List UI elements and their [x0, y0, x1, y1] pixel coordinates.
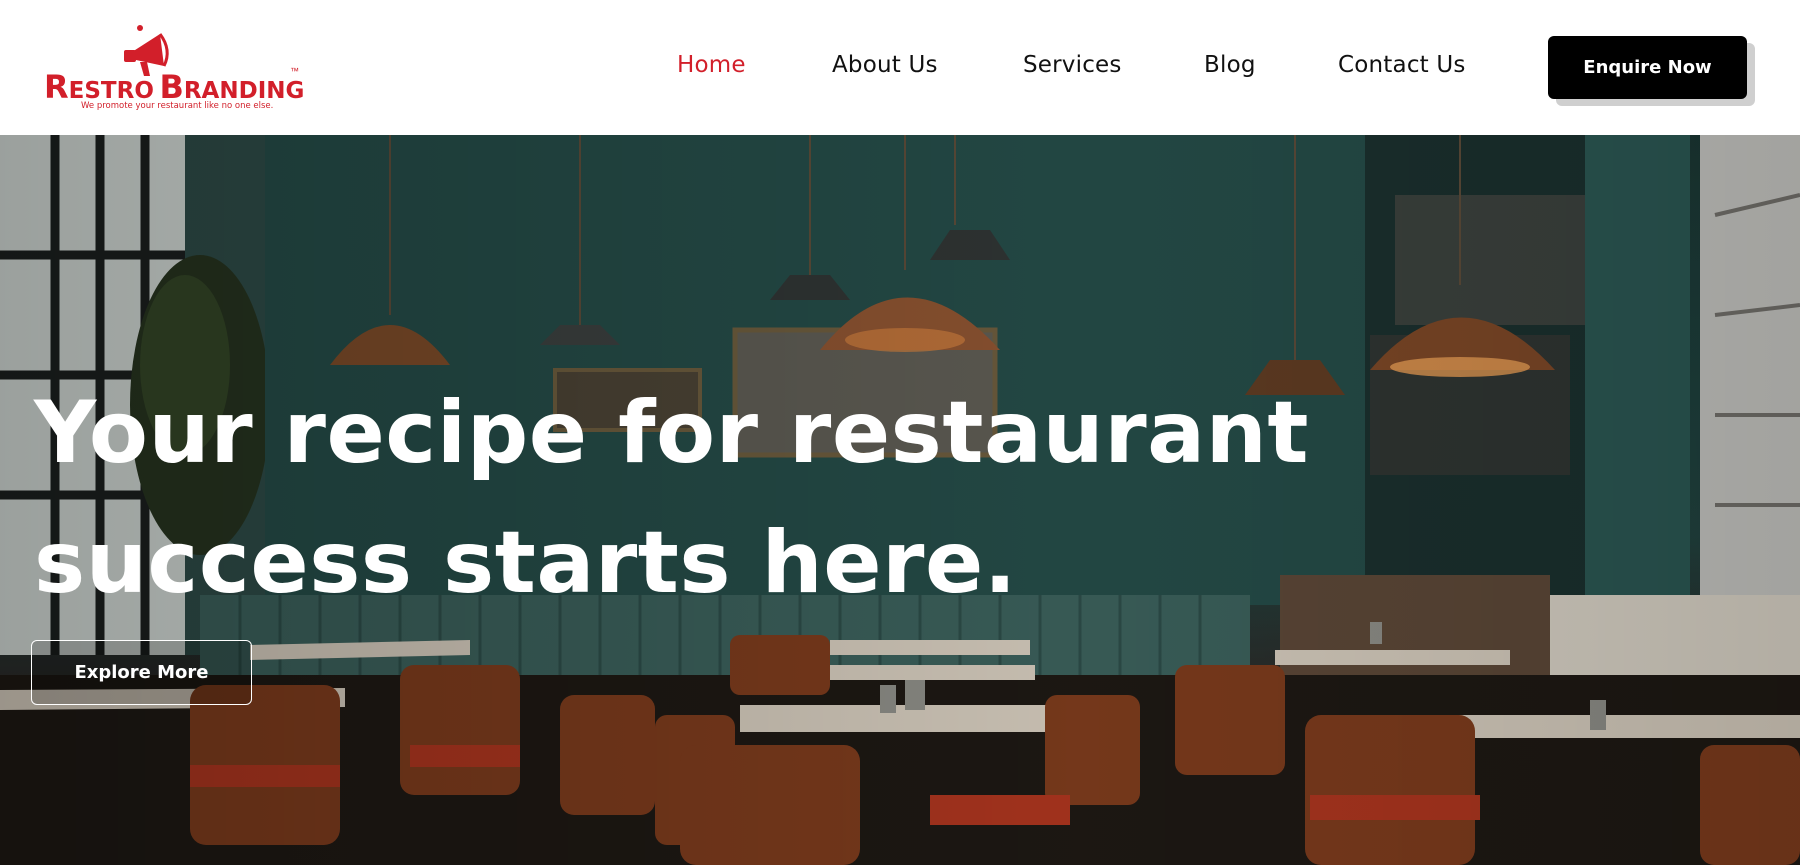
nav-item-about-us[interactable]: About Us	[832, 52, 938, 78]
nav-item-contact-us[interactable]: Contact Us	[1338, 52, 1466, 78]
site-header: RESTRO BRANDING ™ We promote your restau…	[0, 0, 1800, 135]
trademark-symbol: ™	[290, 66, 299, 76]
hero-heading-line-1: Your recipe for restaurant	[34, 383, 1309, 483]
enquire-button-wrapper: Enquire Now	[1548, 36, 1755, 106]
nav-item-blog[interactable]: Blog	[1204, 52, 1256, 78]
nav-item-home[interactable]: Home	[677, 52, 746, 78]
hero-heading: Your recipe for restaurant success start…	[34, 368, 1309, 628]
enquire-now-button[interactable]: Enquire Now	[1548, 36, 1747, 99]
brand-logo[interactable]: RESTRO BRANDING ™ We promote your restau…	[40, 22, 310, 112]
hero-section: Your recipe for restaurant success start…	[0, 135, 1800, 865]
explore-more-button[interactable]: Explore More	[31, 640, 252, 705]
brand-tagline: We promote your restaurant like no one e…	[81, 101, 274, 111]
hero-heading-line-2: success starts here.	[34, 513, 1017, 613]
nav-item-services[interactable]: Services	[1023, 52, 1122, 78]
